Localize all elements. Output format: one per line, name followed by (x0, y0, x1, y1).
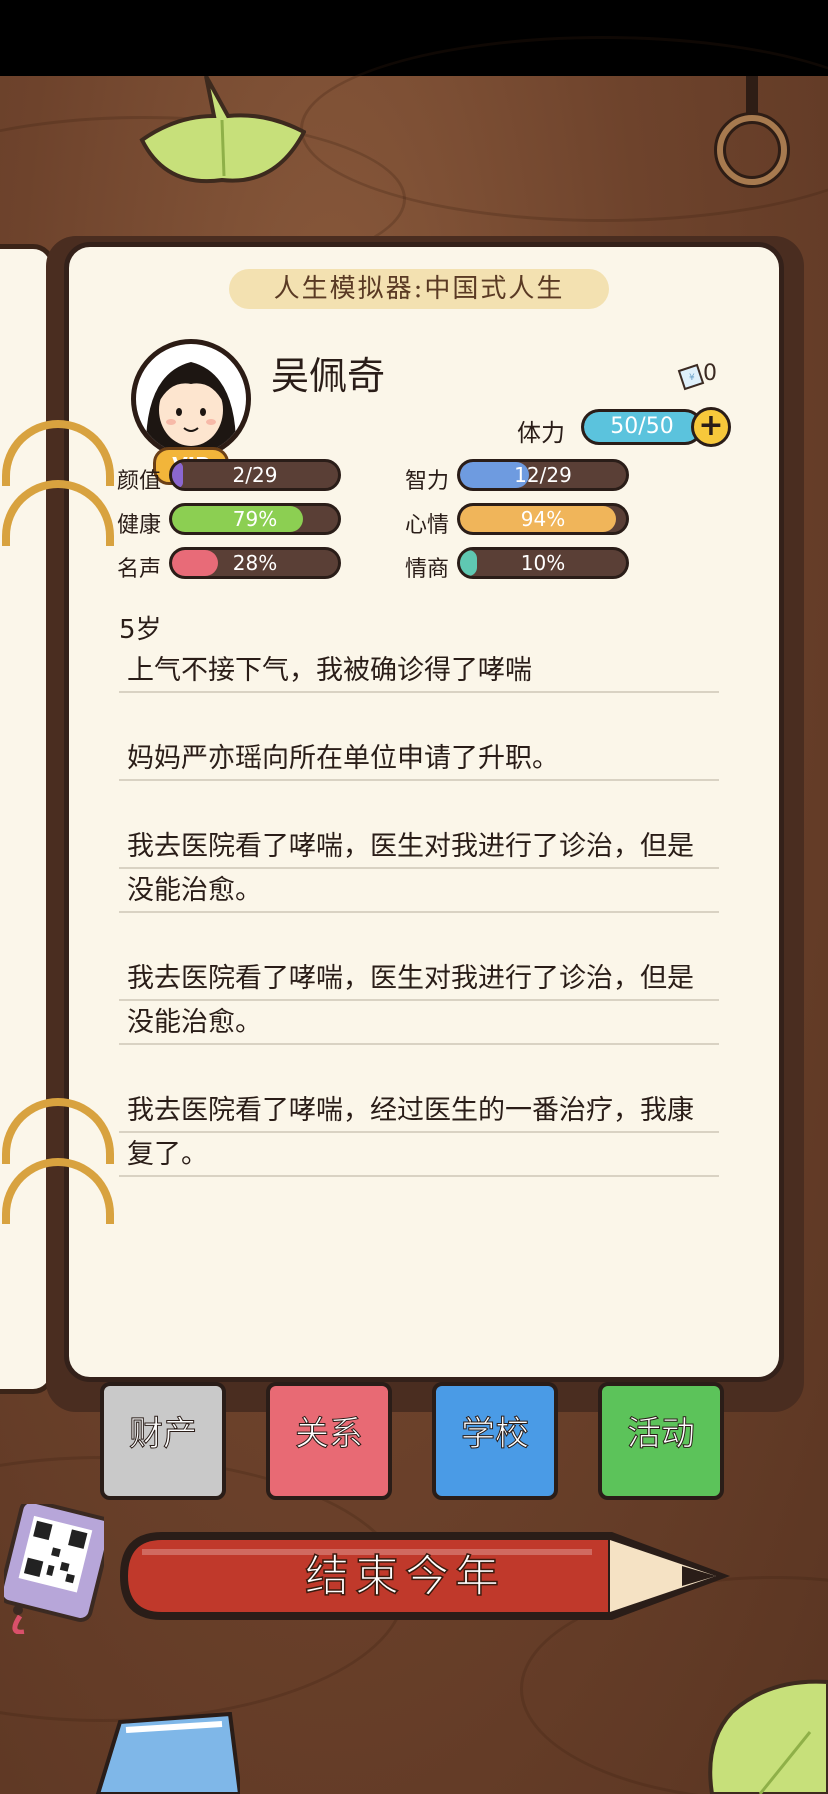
character-portrait-icon (145, 362, 237, 454)
log-entry: 我去医院看了哮喘，医生对我进行了诊治，但是没能治愈。 (119, 825, 719, 913)
stat-bar-intelligence: 12/29 (457, 459, 629, 491)
game-screen: 人生模拟器:中国式人生 VIP 吴佩奇 ¥ 0 体力 50/50 + (0, 0, 828, 1794)
stat-label-mood: 心情 (405, 513, 450, 538)
diary-page: 人生模拟器:中国式人生 VIP 吴佩奇 ¥ 0 体力 50/50 + (64, 242, 784, 1382)
stat-value-intelligence: 12/29 (514, 463, 572, 487)
log-entry: 上气不接下气，我被确诊得了哮喘 (119, 649, 719, 693)
ring-hook-icon (714, 76, 790, 188)
stat-label-health: 健康 (117, 513, 162, 538)
title-banner: 人生模拟器:中国式人生 (229, 269, 609, 309)
tab-assets[interactable]: 财产 (100, 1382, 226, 1500)
qr-code-icon[interactable] (4, 1504, 104, 1634)
life-event-log[interactable]: 上气不接下气，我被确诊得了哮喘 妈妈严亦瑶向所在单位申请了升职。 我去医院看了哮… (119, 649, 719, 1221)
eraser-icon (95, 1712, 240, 1794)
tab-relations[interactable]: 关系 (266, 1382, 392, 1500)
log-entry: 妈妈严亦瑶向所在单位申请了升职。 (119, 737, 719, 781)
stat-label-fame: 名声 (117, 557, 162, 582)
stat-value-eq: 10% (520, 551, 566, 575)
stamina-label: 体力 (517, 419, 565, 447)
tab-activities[interactable]: 活动 (598, 1382, 724, 1500)
avatar[interactable] (131, 339, 251, 459)
stat-bar-eq: 10% (457, 547, 629, 579)
stat-value-appearance: 2/29 (232, 463, 278, 487)
tab-school[interactable]: 学校 (432, 1382, 558, 1500)
log-entry: 我去医院看了哮喘，医生对我进行了诊治，但是没能治愈。 (119, 957, 719, 1045)
player-name: 吴佩奇 (271, 354, 386, 398)
stamina-value: 50/50 (610, 414, 674, 439)
stat-value-health: 79% (232, 507, 278, 531)
stat-label-appearance: 颜值 (117, 469, 162, 494)
stat-bar-mood: 94% (457, 503, 629, 535)
stat-bar-health: 79% (169, 503, 341, 535)
add-stamina-button[interactable]: + (691, 407, 731, 447)
stamina-bar: 50/50 (581, 409, 703, 445)
stat-bar-fame: 28% (169, 547, 341, 579)
stat-bar-appearance: 2/29 (169, 459, 341, 491)
stat-value-mood: 94% (520, 507, 566, 531)
age-heading: 5岁 (119, 615, 162, 645)
stat-value-fame: 28% (232, 551, 278, 575)
ginkgo-leaf-icon (139, 76, 306, 184)
log-entry: 我去医院看了哮喘，经过医生的一番治疗，我康复了。 (119, 1089, 719, 1177)
stat-label-eq: 情商 (405, 557, 450, 582)
svg-text:¥: ¥ (689, 373, 695, 383)
end-year-button[interactable]: 结束今年 (140, 1542, 670, 1612)
ticket-icon[interactable]: ¥ (675, 363, 705, 393)
ginkgo-leaf-icon (708, 1679, 828, 1794)
stat-label-intelligence: 智力 (405, 469, 450, 494)
ticket-count: 0 (703, 361, 717, 386)
